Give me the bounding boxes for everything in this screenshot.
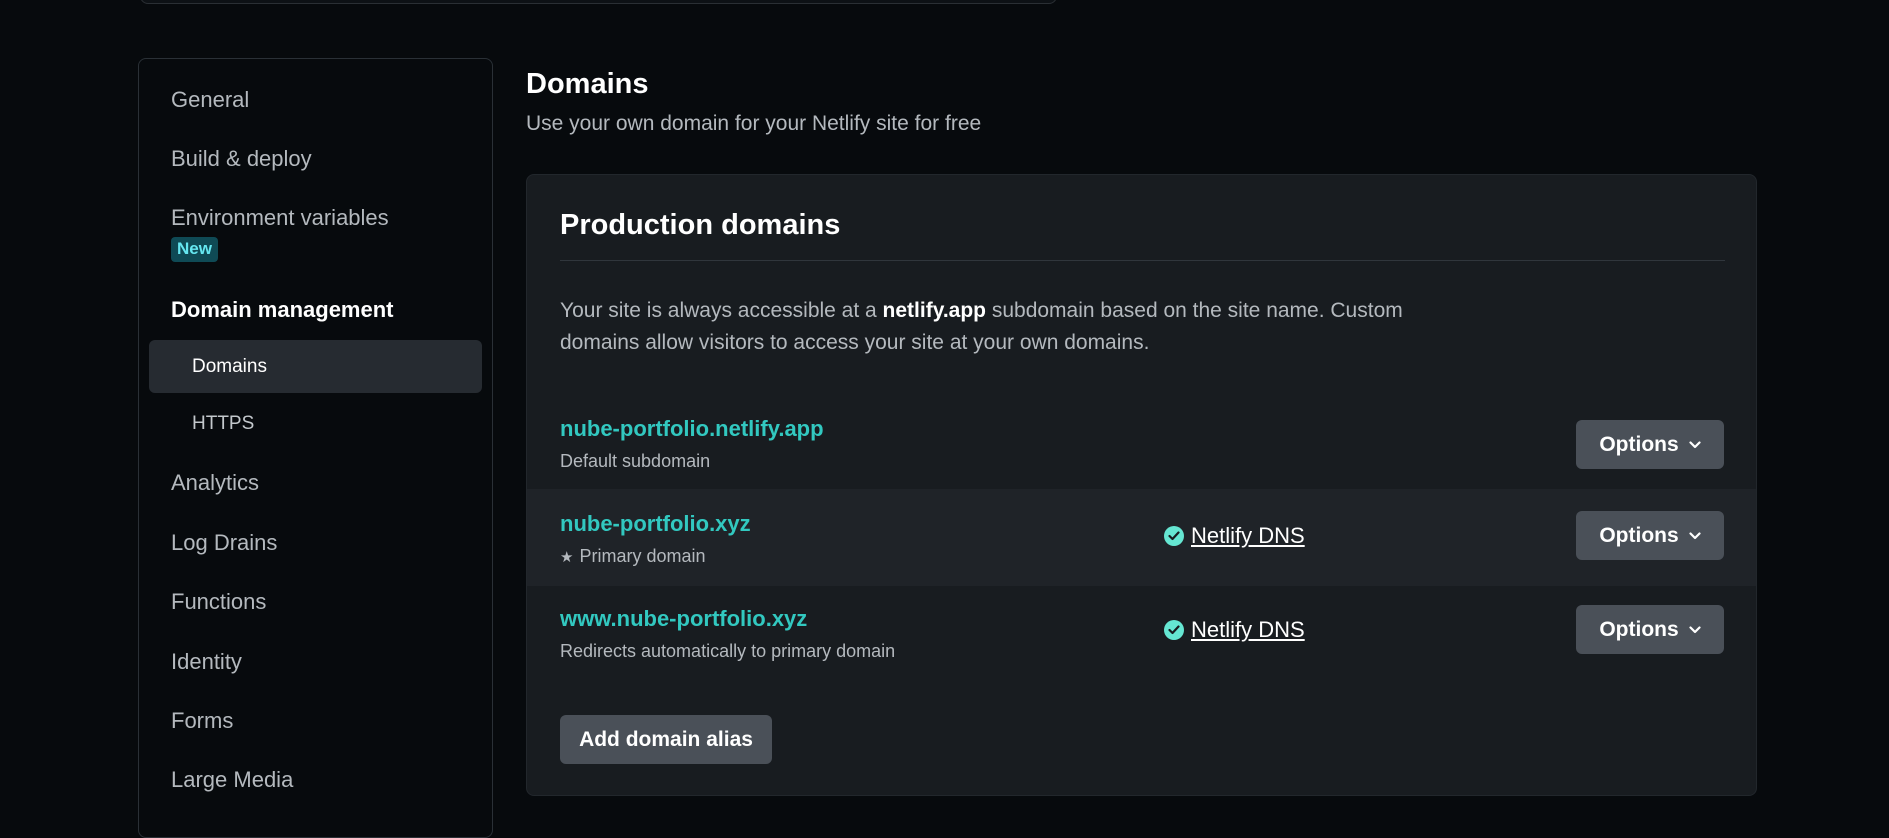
sidebar-subitem-domains[interactable]: Domains xyxy=(149,340,482,393)
netlify-dns-link[interactable]: Netlify DNS xyxy=(1191,523,1305,549)
sidebar-item-analytics[interactable]: Analytics xyxy=(171,470,259,496)
card-title: Production domains xyxy=(560,209,841,241)
check-circle-icon xyxy=(1164,526,1184,546)
page-subtitle: Use your own domain for your Netlify sit… xyxy=(526,112,982,135)
sidebar-item-domain-management[interactable]: Domain management xyxy=(171,297,394,323)
domain-name-link[interactable]: www.nube-portfolio.xyz xyxy=(560,606,807,632)
sidebar-subitem-https[interactable]: HTTPS xyxy=(149,397,482,450)
desc-text: Your site is always accessible at a xyxy=(560,299,883,322)
domain-description: Redirects automatically to primary domai… xyxy=(560,641,896,661)
page-title: Domains xyxy=(526,68,649,100)
chevron-down-icon xyxy=(1689,440,1701,449)
sidebar-item-large-media[interactable]: Large Media xyxy=(171,767,293,793)
dns-status: Netlify DNS xyxy=(1164,617,1305,643)
sidebar-item-identity[interactable]: Identity xyxy=(171,649,242,675)
options-button[interactable]: Options xyxy=(1576,605,1724,654)
sidebar-item-environment-variables[interactable]: Environment variables xyxy=(171,205,389,231)
dns-status: Netlify DNS xyxy=(1164,523,1305,549)
add-domain-alias-button[interactable]: Add domain alias xyxy=(560,715,772,764)
domain-sub-label: Primary domain xyxy=(579,546,706,566)
production-domains-card: Production domains Your site is always a… xyxy=(526,174,1757,796)
settings-sidebar: General Build & deploy Environment varia… xyxy=(138,58,493,838)
options-label: Options xyxy=(1599,617,1679,641)
netlify-dns-link[interactable]: Netlify DNS xyxy=(1191,617,1305,643)
domain-description: ★ Primary domain xyxy=(560,546,706,567)
sidebar-item-functions[interactable]: Functions xyxy=(171,589,266,615)
sidebar-item-build-deploy[interactable]: Build & deploy xyxy=(171,146,312,172)
options-label: Options xyxy=(1599,432,1679,456)
sidebar-item-general[interactable]: General xyxy=(171,87,249,113)
options-button[interactable]: Options xyxy=(1576,420,1724,469)
domain-row: nube-portfolio.netlify.app Default subdo… xyxy=(527,394,1756,491)
domain-name-link[interactable]: nube-portfolio.netlify.app xyxy=(560,416,824,442)
chevron-down-icon xyxy=(1689,531,1701,540)
sidebar-item-log-drains[interactable]: Log Drains xyxy=(171,530,277,556)
divider xyxy=(560,260,1725,261)
chevron-down-icon xyxy=(1689,625,1701,634)
top-panel-edge xyxy=(140,0,1057,4)
options-label: Options xyxy=(1599,523,1679,547)
desc-netlify-app: netlify.app xyxy=(882,299,986,322)
star-icon: ★ xyxy=(560,549,574,566)
domain-row: nube-portfolio.xyz ★ Primary domain Netli… xyxy=(527,489,1756,586)
check-circle-icon xyxy=(1164,620,1184,640)
card-description: Your site is always accessible at a netl… xyxy=(560,295,1460,359)
domain-description: Default subdomain xyxy=(560,451,711,471)
new-badge: New xyxy=(171,237,218,262)
domain-name-link[interactable]: nube-portfolio.xyz xyxy=(560,511,751,537)
options-button[interactable]: Options xyxy=(1576,511,1724,560)
sidebar-item-forms[interactable]: Forms xyxy=(171,708,233,734)
domain-row: www.nube-portfolio.xyz Redirects automat… xyxy=(527,586,1756,683)
